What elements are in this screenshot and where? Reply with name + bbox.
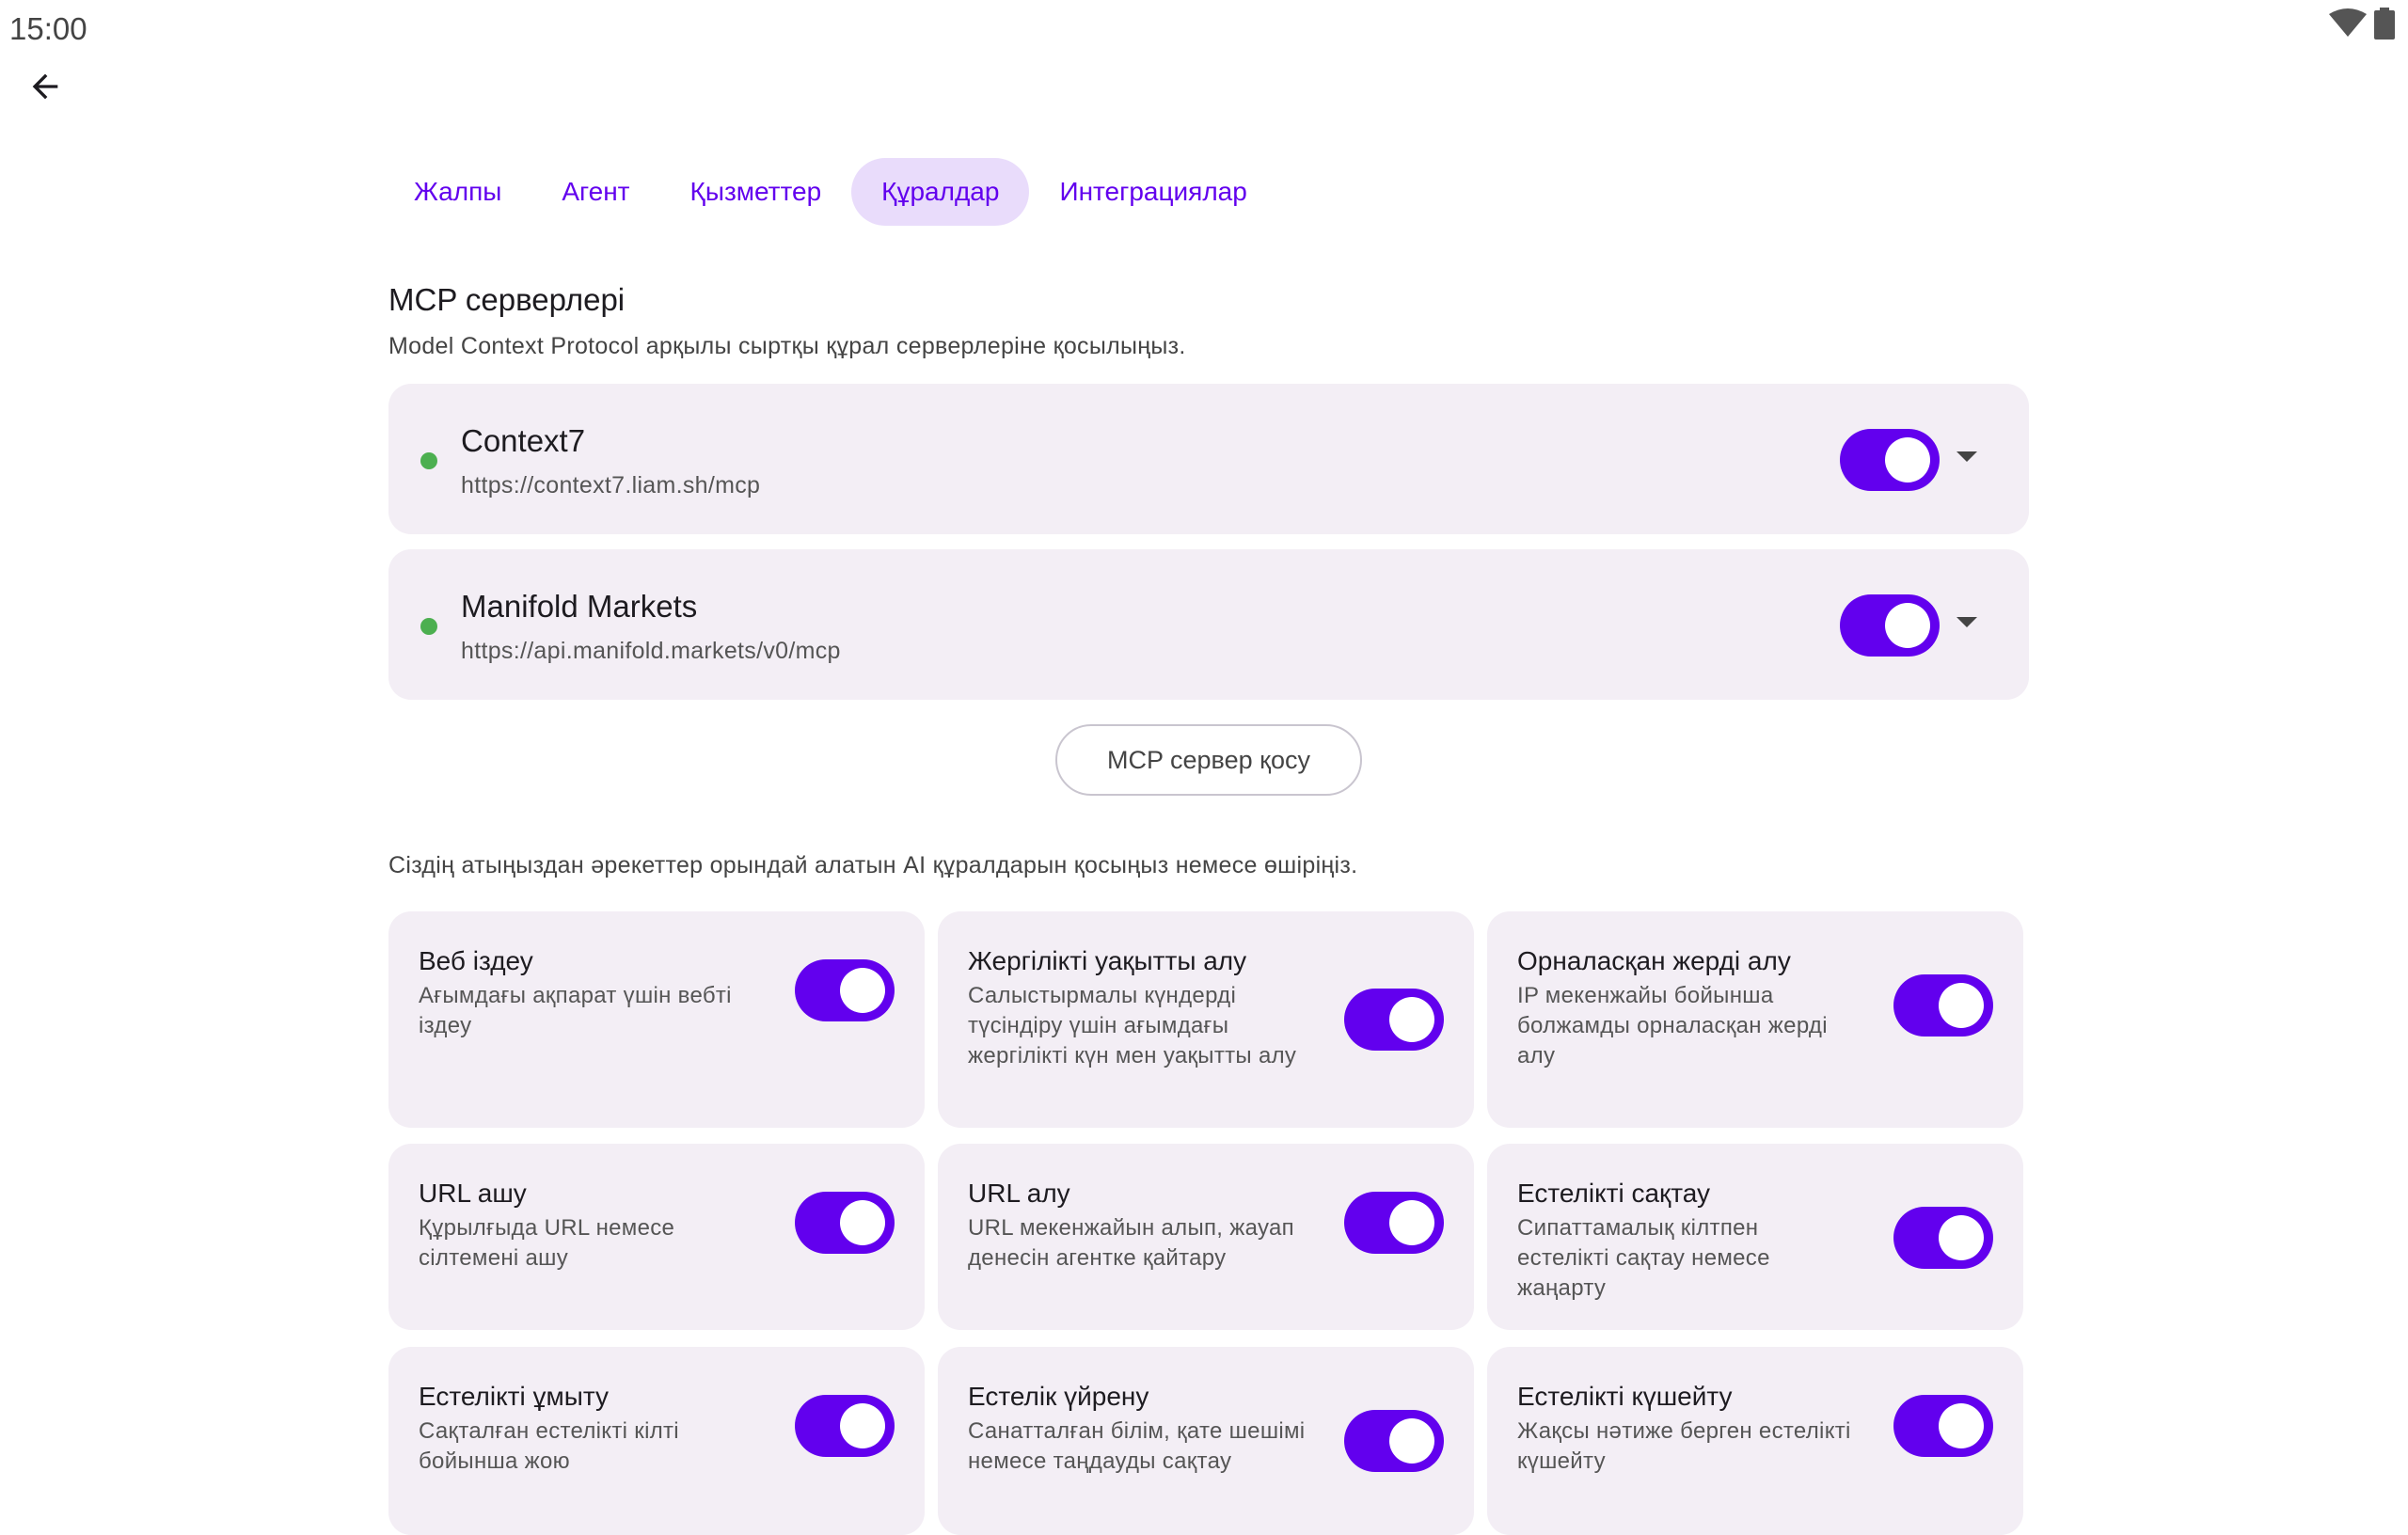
toggle-knob [840,1403,885,1448]
toggle-knob [840,1200,885,1245]
status-time: 15:00 [9,11,87,46]
server-enabled-toggle[interactable] [1840,429,1940,491]
settings-tabs: Жалпы Агент Қызметтер Құралдар Интеграци… [384,158,1277,226]
tab-tools[interactable]: Құралдар [851,158,1030,226]
expand-button[interactable] [1952,444,1982,474]
dropdown-arrow-icon [1956,451,1977,467]
tab-integrations[interactable]: Интеграциялар [1029,158,1276,226]
tool-text: Естелікті күшейту Жақсы нәтиже берген ес… [1517,1381,1856,1477]
mcp-section-title: MCP серверлері [388,282,626,317]
tool-toggle[interactable] [1893,974,1993,1037]
toggle-knob [1939,1403,1984,1448]
tool-description: IP мекенжайы бойынша болжамды орналасқан… [1517,983,1828,1068]
tool-card-fetch-url: URL алу URL мекенжайын алып, жауап денес… [938,1144,1474,1330]
tool-card-web-search: Веб іздеу Ағымдағы ақпарат үшін вебті із… [388,911,925,1128]
tool-description: Сақталған естелікті кілті бойынша жою [419,1418,679,1474]
toggle-knob [1885,603,1930,648]
tab-general[interactable]: Жалпы [384,158,531,226]
tab-agent[interactable]: Агент [531,158,659,226]
tool-description: Салыстырмалы күндерді түсіндіру үшін ағы… [968,983,1297,1068]
wifi-icon [2329,8,2367,43]
tool-title: Орналасқан жерді алу [1517,946,1791,975]
tool-title: Естелікті күшейту [1517,1382,1733,1411]
tools-description: Сіздің атыңыздан әрекеттер орындай алаты… [388,852,1358,878]
toggle-knob [1389,1418,1434,1464]
server-url: https://context7.liam.sh/mcp [461,472,761,498]
tool-card-reinforce-memory: Естелікті күшейту Жақсы нәтиже берген ес… [1487,1347,2023,1535]
dropdown-arrow-icon [1956,616,1977,633]
back-button[interactable] [19,62,71,115]
tab-services[interactable]: Қызметтер [660,158,852,226]
tool-title: Жергілікті уақытты алу [968,946,1247,975]
tool-card-local-time: Жергілікті уақытты алу Салыстырмалы күнд… [938,911,1474,1128]
tool-title: URL ашу [419,1179,527,1208]
tool-card-location: Орналасқан жерді алу IP мекенжайы бойынш… [1487,911,2023,1128]
server-name: Manifold Markets [461,589,698,624]
status-bar: 15:00 [0,0,2408,56]
tool-description: Құрылғыда URL немесе сілтемені ашу [419,1215,675,1271]
tool-text: URL алу URL мекенжайын алып, жауап денес… [968,1178,1307,1274]
mcp-section-description: Model Context Protocol арқылы сыртқы құр… [388,333,1186,359]
tool-toggle[interactable] [1344,989,1444,1051]
server-url: https://api.manifold.markets/v0/mcp [461,638,841,664]
tool-card-forget-memory: Естелікті ұмыту Сақталған естелікті кілт… [388,1347,925,1535]
arrow-left-icon [26,68,64,110]
tool-toggle[interactable] [1344,1192,1444,1254]
tool-toggle[interactable] [1344,1410,1444,1472]
tool-title: Естелікті сақтау [1517,1179,1711,1208]
toggle-knob [840,968,885,1013]
toggle-knob [1389,1200,1434,1245]
tool-card-save-memory: Естелікті сақтау Сипаттамалық кілтпен ес… [1487,1144,2023,1330]
server-name: Context7 [461,423,586,458]
toggle-knob [1885,437,1930,483]
tool-description: Жақсы нәтиже берген естелікті күшейту [1517,1418,1851,1474]
tool-description: Ағымдағы ақпарат үшін вебті іздеу [419,983,732,1038]
tool-description: Санатталған білім, қате шешімі немесе та… [968,1418,1306,1474]
battery-icon [2374,8,2395,44]
mcp-server-card: Manifold Markets https://api.manifold.ma… [388,549,2029,700]
tool-toggle[interactable] [1893,1395,1993,1457]
tool-text: Орналасқан жерді алу IP мекенжайы бойынш… [1517,945,1856,1071]
tool-text: URL ашу Құрылғыда URL немесе сілтемені а… [419,1178,757,1274]
tool-card-open-url: URL ашу Құрылғыда URL немесе сілтемені а… [388,1144,925,1330]
tool-toggle[interactable] [795,1395,895,1457]
tool-text: Веб іздеу Ағымдағы ақпарат үшін вебті із… [419,945,757,1041]
server-enabled-toggle[interactable] [1840,594,1940,657]
tool-title: Естелік үйрену [968,1382,1149,1411]
server-status-dot [420,452,437,469]
tool-text: Естелік үйрену Санатталған білім, қате ш… [968,1381,1307,1477]
add-mcp-server-button[interactable]: MCP сервер қосу [1055,724,1362,796]
tool-toggle[interactable] [1893,1207,1993,1269]
toggle-knob [1939,983,1984,1028]
tool-title: Веб іздеу [419,946,533,975]
tool-toggle[interactable] [795,959,895,1021]
mcp-server-card: Context7 https://context7.liam.sh/mcp [388,384,2029,534]
tool-toggle[interactable] [795,1192,895,1254]
tool-description: URL мекенжайын алып, жауап денесін агент… [968,1215,1294,1271]
tool-text: Естелікті сақтау Сипаттамалық кілтпен ес… [1517,1178,1856,1304]
system-icons [2329,8,2395,44]
tool-title: Естелікті ұмыту [419,1382,609,1411]
server-status-dot [420,618,437,635]
tool-text: Жергілікті уақытты алу Салыстырмалы күнд… [968,945,1307,1071]
tool-text: Естелікті ұмыту Сақталған естелікті кілт… [419,1381,757,1477]
expand-button[interactable] [1952,609,1982,640]
toggle-knob [1389,997,1434,1042]
tool-description: Сипаттамалық кілтпен естелікті сақтау не… [1517,1215,1770,1301]
tool-title: URL алу [968,1179,1070,1208]
toggle-knob [1939,1215,1984,1260]
tool-card-learn-memory: Естелік үйрену Санатталған білім, қате ш… [938,1347,1474,1535]
